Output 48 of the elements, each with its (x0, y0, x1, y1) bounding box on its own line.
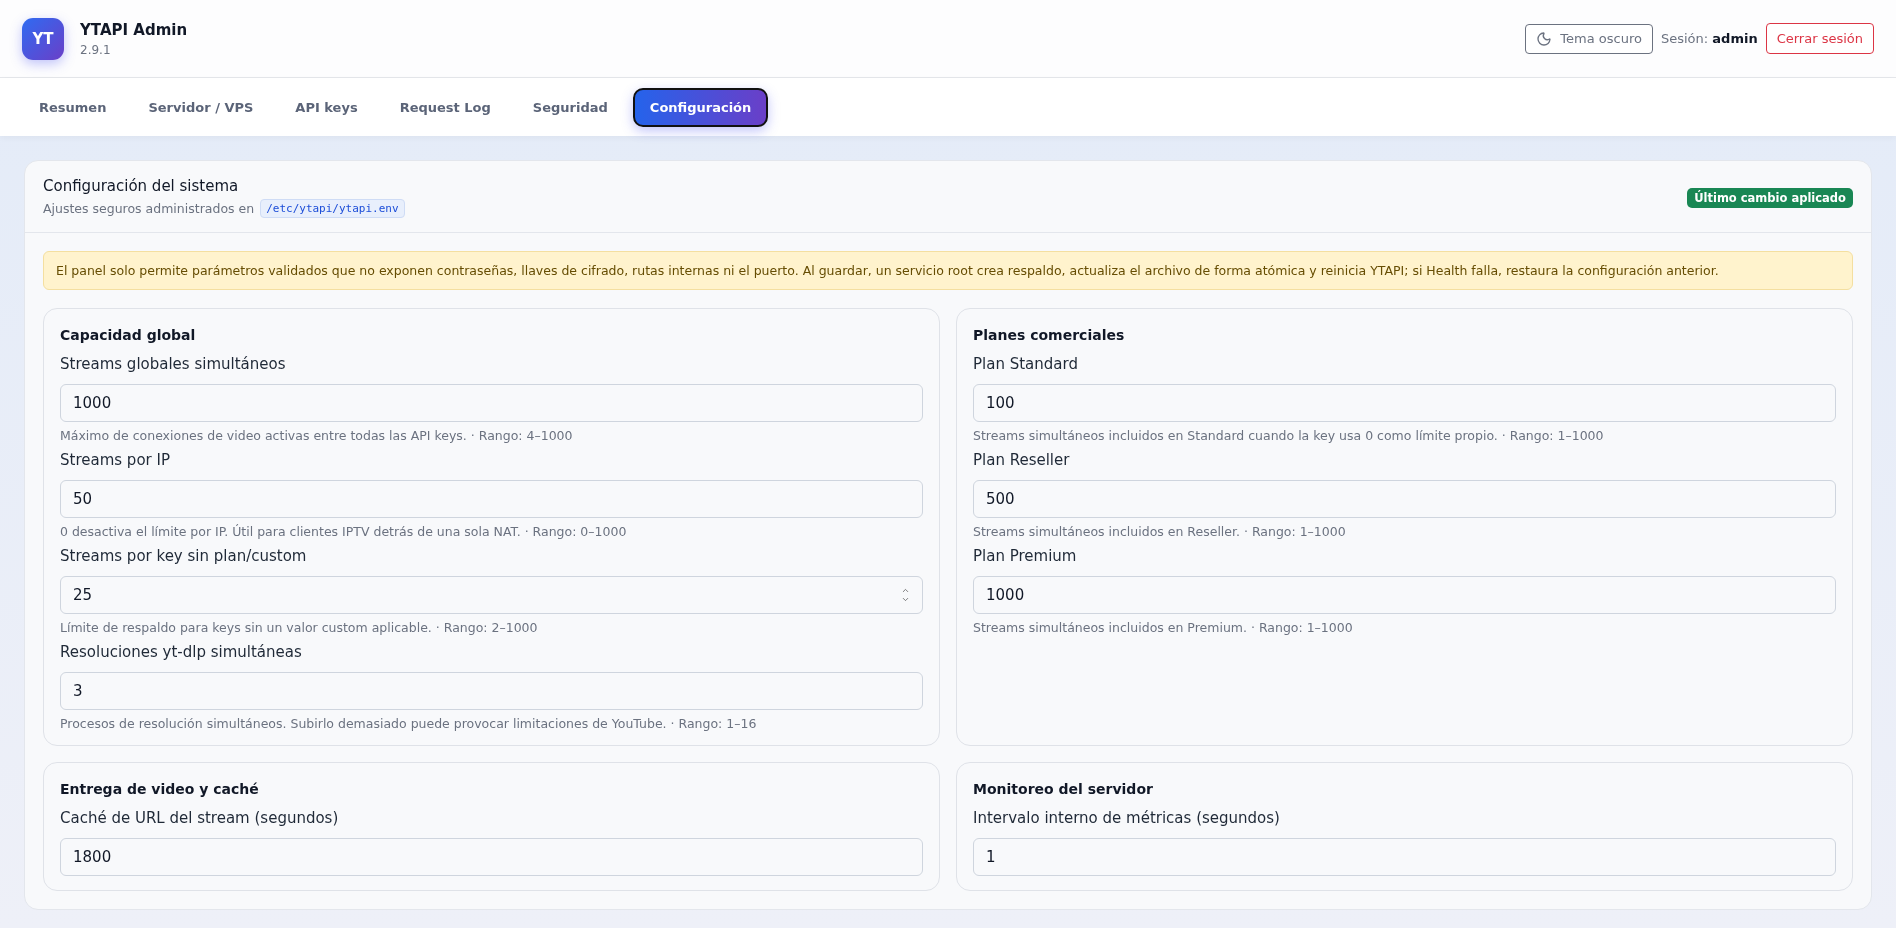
number-field[interactable]: 50 (60, 480, 923, 518)
card-title: Planes comerciales (973, 327, 1126, 343)
panel-title: Configuración del sistema (43, 177, 240, 195)
app-version: 2.9.1 (80, 42, 112, 57)
number-field[interactable]: 1000 (60, 384, 923, 422)
field-label: Plan Premium (973, 547, 1078, 565)
card-title: Entrega de video y caché (60, 781, 260, 797)
field-label: Streams por IP (60, 451, 171, 469)
field-hint: Máximo de conexiones de video activas entre todas las API keys. · Rango: 4–1000 (60, 428, 574, 443)
nav-tab[interactable]: Request Log (382, 87, 508, 127)
session-info: Sesión: admin (1660, 31, 1758, 46)
number-field[interactable]: 25 (60, 576, 923, 614)
number-field[interactable]: 1800 (60, 838, 923, 876)
field-label: Resoluciones yt-dlp simultáneas (60, 643, 303, 661)
field-label: Caché de URL del stream (segundos) (60, 809, 340, 827)
field-hint: Límite de respaldo para keys sin un valor custom aplicable. · Rango: 2–1000 (60, 620, 539, 635)
file-path: /etc/ytapi/ytapi.env (260, 199, 405, 218)
field-hint: Procesos de resolución simultáneos. Subirlo demasiado puede provocar limitaciones de YouTube. · Rango: 1–16 (60, 716, 758, 731)
field-label: Streams globales simultáneos (60, 355, 287, 373)
app-logo: YT (22, 17, 64, 60)
field-label: Plan Standard (973, 355, 1079, 373)
nav-tab[interactable]: Resumen (22, 87, 124, 127)
nav-tab[interactable]: Configuración (632, 87, 769, 127)
field-label: Intervalo interno de métricas (segundos) (973, 809, 1281, 827)
number-field[interactable]: 1 (973, 838, 1836, 876)
nav-tab[interactable]: API keys (278, 87, 375, 127)
card-title: Monitoreo del servidor (973, 781, 1154, 797)
nav-tab[interactable]: Seguridad (515, 87, 625, 127)
app-title: YTAPI Admin (80, 20, 188, 39)
field-hint: Streams simultáneos incluidos en Standard cuando la key usa 0 como límite propio. · Rango: 1–1000 (973, 428, 1605, 443)
notice-alert: El panel solo permite parámetros validados que no exponen contraseñas, llaves de cifrado, rutas internas ni el puerto. Al guardar, un servicio root crea respaldo, actualiza el archivo de forma atómica y reinicia YTAPI; si Health falla, restaura la configuración anterior. (43, 251, 1853, 290)
panel-subtitle: Ajustes seguros administrados en (43, 201, 255, 216)
number-field[interactable]: 1000 (973, 576, 1836, 614)
field-label: Plan Reseller (973, 451, 1071, 469)
status-badge: Último cambio aplicado (1687, 187, 1853, 208)
number-field[interactable]: 3 (60, 672, 923, 710)
number-field[interactable]: 500 (973, 480, 1836, 518)
moon-icon (1536, 30, 1553, 47)
field-hint: Streams simultáneos incluidos en Reseller. · Rango: 1–1000 (973, 524, 1347, 539)
number-field[interactable]: 100 (973, 384, 1836, 422)
theme-button[interactable]: Tema oscuro (1525, 23, 1653, 54)
nav-tab[interactable]: Servidor / VPS (131, 87, 271, 127)
field-hint: Streams simultáneos incluidos en Premium. · Rango: 1–1000 (973, 620, 1354, 635)
card-title: Capacidad global (60, 327, 197, 343)
field-hint: 0 desactiva el límite por IP. Útil para clientes IPTV detrás de una sola NAT. · Rango: 0–1000 (60, 524, 628, 539)
logout-button[interactable]: Cerrar sesión (1765, 23, 1874, 54)
field-label: Streams por key sin plan/custom (60, 547, 308, 565)
stepper-icon[interactable] (901, 586, 910, 604)
